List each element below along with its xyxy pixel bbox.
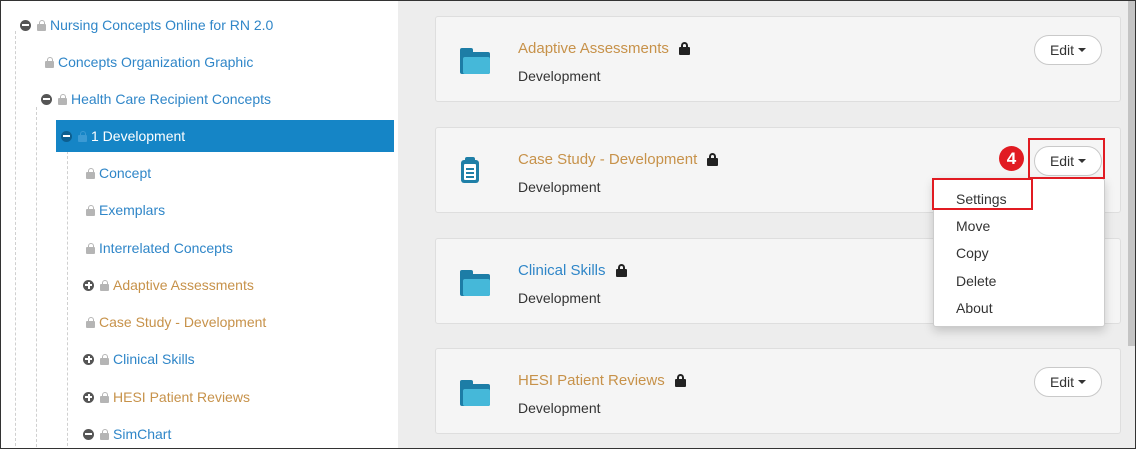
tree-node-interrelated[interactable]: Interrelated Concepts xyxy=(86,235,233,261)
edit-label: Edit xyxy=(1049,42,1075,58)
card-subtitle: Development xyxy=(518,68,601,84)
card-subtitle: Development xyxy=(518,179,601,195)
lock-icon xyxy=(58,93,67,105)
lock-icon xyxy=(100,353,109,365)
settings-highlight xyxy=(932,178,1033,210)
tree-node-root[interactable]: Nursing Concepts Online for RN 2.0 xyxy=(20,12,273,38)
lock-icon xyxy=(78,130,87,142)
tree-node-label[interactable]: Concepts Organization Graphic xyxy=(58,49,253,75)
edit-button-highlight xyxy=(1028,138,1105,179)
tree-node-label[interactable]: Interrelated Concepts xyxy=(99,235,233,261)
course-tree: Nursing Concepts Online for RN 2.0 Conce… xyxy=(1,1,398,448)
lock-icon xyxy=(45,56,54,68)
collapse-icon[interactable] xyxy=(83,428,94,440)
card-title-link[interactable]: Adaptive Assessments xyxy=(518,40,669,57)
caret-down-icon xyxy=(1078,48,1087,52)
collapse-icon[interactable] xyxy=(61,130,72,142)
expand-icon[interactable] xyxy=(83,391,94,403)
lock-icon xyxy=(100,391,109,403)
collapse-icon[interactable] xyxy=(41,93,52,105)
card-subtitle: Development xyxy=(518,400,601,416)
scrollbar[interactable] xyxy=(1128,1,1135,346)
tree-node-label[interactable]: Concept xyxy=(99,160,151,186)
card-title: Adaptive Assessments xyxy=(518,40,690,57)
clipboard-icon xyxy=(460,157,480,183)
caret-down-icon xyxy=(1078,380,1087,384)
card-title-link[interactable]: Clinical Skills xyxy=(518,262,606,279)
tree-node-recipient[interactable]: Health Care Recipient Concepts xyxy=(41,86,271,112)
tree-guide xyxy=(36,107,37,448)
lock-icon xyxy=(674,374,686,387)
card-subtitle: Development xyxy=(518,290,601,306)
card-title: Case Study - Development xyxy=(518,151,719,168)
card-title-link[interactable]: Case Study - Development xyxy=(518,151,697,168)
app-frame: Nursing Concepts Online for RN 2.0 Conce… xyxy=(0,0,1136,449)
content-card: Adaptive Assessments Development Edit xyxy=(435,16,1121,102)
lock-icon xyxy=(100,428,109,440)
tree-node-concept[interactable]: Concept xyxy=(86,160,151,186)
card-title: HESI Patient Reviews xyxy=(518,372,686,389)
lock-icon xyxy=(37,19,46,31)
content-area: Adaptive Assessments Development Edit Ca… xyxy=(398,1,1135,448)
tree-node-hesi[interactable]: HESI Patient Reviews xyxy=(83,384,250,410)
lock-icon xyxy=(707,153,719,166)
step-badge: 4 xyxy=(999,146,1024,171)
menu-item-about[interactable]: About xyxy=(956,298,993,318)
tree-node-label[interactable]: 1 Development xyxy=(91,123,185,149)
folder-icon xyxy=(460,270,490,296)
tree-node-clinical[interactable]: Clinical Skills xyxy=(83,346,195,372)
tree-node-label[interactable]: Clinical Skills xyxy=(113,346,195,372)
tree-node-exemplars[interactable]: Exemplars xyxy=(86,197,165,223)
tree-guide xyxy=(67,151,68,448)
lock-icon xyxy=(86,204,95,216)
card-title-link[interactable]: HESI Patient Reviews xyxy=(518,372,665,389)
card-title: Clinical Skills xyxy=(518,262,627,279)
lock-icon xyxy=(86,242,95,254)
folder-icon xyxy=(460,48,490,74)
folder-icon xyxy=(460,380,490,406)
collapse-icon[interactable] xyxy=(20,19,31,31)
tree-node-adaptive[interactable]: Adaptive Assessments xyxy=(83,272,254,298)
tree-guide xyxy=(15,31,16,448)
tree-node-label[interactable]: Adaptive Assessments xyxy=(113,272,254,298)
tree-node-label[interactable]: Exemplars xyxy=(99,197,165,223)
menu-item-delete[interactable]: Delete xyxy=(956,271,996,291)
menu-item-copy[interactable]: Copy xyxy=(956,243,989,263)
tree-node-label[interactable]: Health Care Recipient Concepts xyxy=(71,86,271,112)
tree-node-label[interactable]: HESI Patient Reviews xyxy=(113,384,250,410)
expand-icon[interactable] xyxy=(83,353,94,365)
tree-node-org-graphic[interactable]: Concepts Organization Graphic xyxy=(45,49,253,75)
tree-node-label[interactable]: Case Study - Development xyxy=(99,309,266,335)
lock-icon xyxy=(678,42,690,55)
lock-icon xyxy=(100,279,109,291)
tree-node-development[interactable]: 1 Development xyxy=(61,123,185,149)
edit-button[interactable]: Edit xyxy=(1034,367,1102,397)
tree-node-label[interactable]: SimChart xyxy=(113,421,171,447)
lock-icon xyxy=(615,264,627,277)
content-card: HESI Patient Reviews Development Edit xyxy=(435,348,1121,434)
expand-icon[interactable] xyxy=(83,279,94,291)
tree-node-label[interactable]: Nursing Concepts Online for RN 2.0 xyxy=(50,12,273,38)
lock-icon xyxy=(86,316,95,328)
menu-item-move[interactable]: Move xyxy=(956,216,990,236)
tree-node-simchart[interactable]: SimChart xyxy=(83,421,171,447)
edit-button[interactable]: Edit xyxy=(1034,35,1102,65)
tree-node-case-study[interactable]: Case Study - Development xyxy=(86,309,266,335)
lock-icon xyxy=(86,167,95,179)
edit-label: Edit xyxy=(1049,374,1075,390)
